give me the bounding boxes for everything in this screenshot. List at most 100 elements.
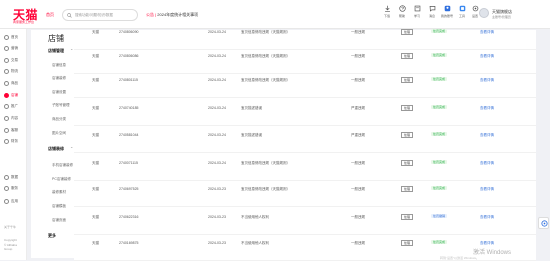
copyright-owner: © Alibaba Group [4, 243, 17, 251]
notice-text: 2024年度统计相关事项 [157, 12, 199, 17]
chevron-up-icon: ⌃ [70, 146, 74, 151]
goods-icon [4, 80, 9, 86]
sidebar-item-content[interactable]: 内容 [4, 114, 26, 122]
detail-link[interactable]: 查看详情 [480, 215, 494, 220]
message-icon [429, 6, 435, 12]
detail-link[interactable]: 查看详情 [480, 161, 494, 166]
trade-icon [4, 57, 9, 63]
download-icon [384, 5, 390, 12]
detail-link[interactable]: 查看详情 [480, 241, 494, 246]
subnav-item[interactable]: 店铺页面 [52, 218, 66, 223]
handle-button[interactable]: 处理 [401, 214, 414, 220]
notice-link[interactable]: 公告 | 2024年度统计相关事项 [146, 12, 198, 18]
home-icon [4, 34, 9, 40]
activation-watermark: 激活 Windows [473, 250, 512, 256]
handle-button[interactable]: 处理 [401, 132, 414, 138]
handle-button[interactable]: 处理 [401, 77, 414, 83]
detail-link[interactable]: 查看详情 [480, 30, 494, 35]
sidebar-item-promotion[interactable]: 推广 [4, 102, 26, 110]
table-row: 天猫 2740801115 2024-03-24 宝贝信息修改违规（天猫规则） … [74, 77, 536, 98]
handle-button[interactable]: 处理 [401, 105, 414, 111]
about-link[interactable]: 关于千牛 [4, 225, 16, 229]
subnav-item[interactable]: 商品分类 [52, 117, 66, 122]
subnav-item[interactable]: 店铺信息 [52, 63, 66, 68]
search-placeholder: 搜索功能/问题/知识/数据 [75, 13, 113, 17]
subnav-item[interactable]: PC店铺装修 [52, 177, 71, 182]
handle-button[interactable]: 处理 [401, 240, 414, 246]
subnav-item[interactable]: 店铺模板 [52, 204, 66, 209]
status-badge: 处罚撤销 [431, 214, 448, 218]
subnav-item[interactable]: 店铺设置 [52, 90, 66, 95]
search-input[interactable]: 搜索功能/问题/知识/数据 [62, 9, 138, 21]
apps-icon [4, 198, 9, 204]
sidebar-item-service2[interactable]: 服务 [4, 184, 26, 192]
subnav-group-manage[interactable]: 店铺管理 ⌃ [48, 48, 73, 54]
data-icon [4, 174, 9, 180]
subnav-title: 店铺 [48, 34, 64, 43]
main-sidebar: 首页 营销 交易 物流 商品 店铺 推广 内容 客服 财务 数据 服务 应用 关… [0, 29, 27, 260]
sidebar-item-trade[interactable]: 交易 [4, 56, 26, 64]
table-row: 天猫 2740581044 2024-03-24 宝贝描述错误 严重违规 处理 … [74, 132, 536, 153]
home-tab[interactable]: 首页 [46, 12, 54, 18]
detail-link[interactable]: 查看详情 [480, 187, 494, 192]
sidebar-item-data[interactable]: 数据 [4, 173, 26, 181]
notice-prefix: 公告 | [146, 12, 158, 17]
finance-icon [4, 138, 9, 144]
feedback-icon [541, 220, 548, 227]
subnav-item[interactable]: 装修素材 [52, 190, 66, 195]
service2-icon [4, 185, 9, 191]
status-badge: 处罚完成 [431, 29, 448, 33]
settings-icon [472, 5, 478, 12]
table-row: 天猫 2740806086 2024-03-24 宝贝信息修改违规（天猫规则） … [74, 53, 536, 74]
tools-icon [459, 5, 465, 12]
handle-button[interactable]: 处理 [401, 29, 414, 35]
subnav-group-more[interactable]: 更多 [48, 233, 56, 239]
activation-watermark-sub: 转到“设置”以激活 Windows。 [440, 256, 480, 260]
subnav-item[interactable]: 图片空间 [52, 131, 66, 136]
subnav-group-decorate[interactable]: 店铺装修 ⌃ [48, 146, 73, 152]
account-icon [444, 5, 450, 12]
subnav-item[interactable]: 店铺装修 [52, 76, 66, 81]
status-badge: 处罚完成 [431, 186, 448, 190]
search-icon [67, 13, 72, 18]
shop-icon [4, 92, 9, 98]
table-row: 天猫 2740697525 2024-03-23 宝贝信息修改违规（天猫规则） … [74, 186, 536, 207]
status-badge: 处罚完成 [431, 240, 448, 244]
status-badge: 处罚完成 [431, 77, 448, 81]
copyright-text: Copyright [4, 238, 17, 242]
sidebar-item-finance[interactable]: 财务 [4, 137, 26, 145]
user-role: 主账号/管理员 [492, 15, 511, 19]
sidebar-item-goods[interactable]: 商品 [4, 79, 26, 87]
table-row: 天猫 2740071115 2024-03-24 宝贝信息修改违规（天猫规则） … [74, 160, 536, 181]
sidebar-item-home[interactable]: 首页 [4, 33, 26, 41]
table-row: 天猫 2740740185 2024-03-24 宝贝描述错误 严重违规 处理 … [74, 105, 536, 126]
promotion-icon [4, 103, 9, 109]
marketing-icon [4, 45, 9, 51]
detail-link[interactable]: 查看详情 [480, 78, 494, 83]
handle-button[interactable]: 处理 [401, 160, 414, 166]
sidebar-item-marketing[interactable]: 营销 [4, 44, 26, 52]
status-badge: 处罚完成 [431, 132, 448, 136]
status-badge: 处罚完成 [431, 105, 448, 109]
detail-link[interactable]: 查看详情 [480, 133, 494, 138]
subnav-item[interactable]: 手机店铺装修 [52, 163, 73, 168]
sidebar-item-service[interactable]: 客服 [4, 126, 26, 134]
detail-link[interactable]: 查看详情 [480, 106, 494, 111]
help-icon [398, 5, 406, 12]
chevron-up-icon: ⌃ [70, 48, 74, 53]
sidebar-item-logistics[interactable]: 物流 [4, 67, 26, 75]
sidebar-item-shop[interactable]: 店铺 [4, 91, 26, 99]
handle-button[interactable]: 处理 [401, 186, 414, 192]
service-icon [4, 127, 9, 133]
learn-icon [414, 5, 420, 12]
table-row: 天猫 2740622316 2024-03-23 不当使用他人权利 一般违规 处… [74, 214, 536, 235]
handle-button[interactable]: 处理 [401, 53, 414, 59]
logistics-icon [4, 68, 9, 74]
logo-subtitle: 商家服务工作台 [13, 20, 35, 24]
detail-link[interactable]: 查看详情 [480, 54, 494, 59]
sidebar-item-apps[interactable]: 应用 [4, 197, 26, 205]
avatar [479, 8, 489, 18]
content-icon [4, 115, 9, 121]
subnav-item[interactable]: 子账号管理 [52, 103, 70, 108]
feedback-float-button[interactable] [538, 217, 549, 229]
